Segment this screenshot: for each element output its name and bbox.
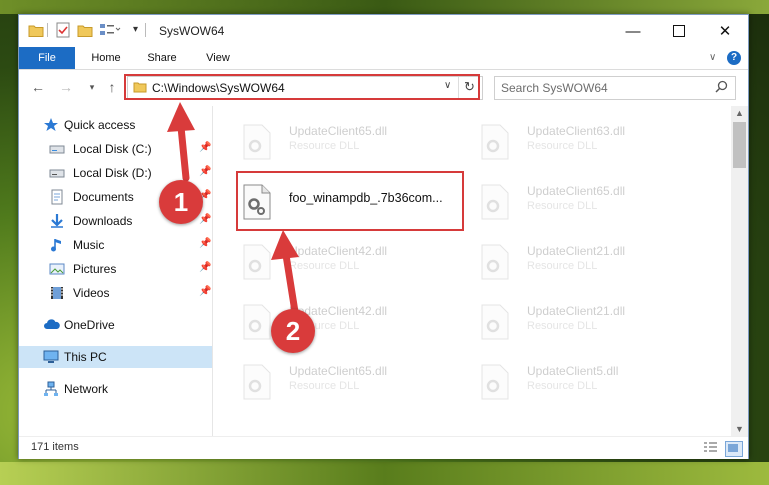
arrow-to-address-bar xyxy=(167,102,195,182)
annotation-arrows xyxy=(167,102,300,322)
step-badge-1: 1 xyxy=(159,180,203,224)
step-badge-2: 2 xyxy=(271,309,315,353)
arrow-to-file xyxy=(271,230,300,322)
